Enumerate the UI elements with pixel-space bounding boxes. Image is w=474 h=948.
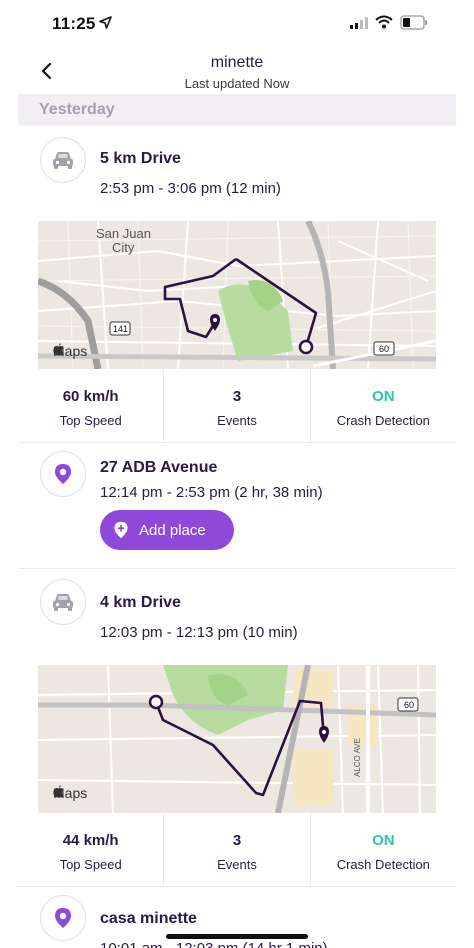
car-icon bbox=[53, 152, 73, 169]
map-route-label: 60 bbox=[404, 700, 415, 710]
place-title[interactable]: 27 ADB Avenue bbox=[100, 459, 217, 477]
back-chevron-icon[interactable] bbox=[40, 62, 54, 80]
trip-stats-row: 44 km/h Top Speed 3 Events ON Crash Detecti… bbox=[18, 813, 456, 887]
apple-icon bbox=[53, 343, 64, 356]
stat-label: Crash Detection bbox=[336, 413, 430, 428]
stat-events[interactable]: 3 Events bbox=[163, 813, 309, 886]
place-time-range: 12:14 pm - 2:53 pm (2 hr, 38 min) bbox=[100, 484, 323, 501]
location-arrow-icon bbox=[99, 16, 112, 29]
stat-top-speed: 60 km/h Top Speed bbox=[18, 369, 163, 442]
map-place-label: City bbox=[112, 240, 135, 255]
maps-attribution: Maps bbox=[53, 343, 87, 359]
stat-events[interactable]: 3 Events bbox=[163, 369, 309, 442]
car-icon bbox=[53, 594, 73, 611]
divider bbox=[18, 568, 456, 569]
stat-value: 3 bbox=[232, 388, 242, 405]
drive-icon-badge bbox=[40, 579, 86, 625]
stat-value: ON bbox=[372, 388, 395, 405]
add-place-button[interactable]: Add place bbox=[100, 510, 234, 550]
stat-value: 3 bbox=[232, 832, 242, 849]
stat-value: ON bbox=[372, 832, 395, 849]
last-updated-text: Last updated Now bbox=[184, 76, 290, 91]
trip-stats-row: 60 km/h Top Speed 3 Events ON Crash Detecti… bbox=[18, 369, 456, 443]
stat-label: Top Speed bbox=[59, 857, 122, 872]
home-indicator[interactable] bbox=[166, 934, 308, 939]
trip-route-map[interactable]: 60 ALCO AVE Maps bbox=[38, 665, 436, 813]
trip-time-range: 2:53 pm - 3:06 pm (12 min) bbox=[100, 180, 281, 197]
place-time-range: 10:01 am - 12:03 pm (14 hr 1 min) bbox=[100, 940, 328, 948]
map-route-label: 141 bbox=[113, 324, 129, 334]
wifi-icon bbox=[375, 15, 393, 29]
trip-time-range: 12:03 pm - 12:13 pm (10 min) bbox=[100, 624, 298, 641]
date-section-header: Yesterday bbox=[18, 94, 456, 126]
drive-icon-badge bbox=[40, 137, 86, 183]
app-header: minette Last updated Now bbox=[0, 48, 474, 94]
battery-icon bbox=[400, 15, 427, 30]
map-route-label: 60 bbox=[379, 344, 390, 354]
maps-attribution: Maps bbox=[53, 785, 87, 801]
pin-icon bbox=[55, 464, 71, 484]
map-graphic bbox=[38, 665, 436, 813]
place-title[interactable]: casa minette bbox=[100, 910, 197, 928]
map-street-label: ALCO AVE bbox=[353, 738, 362, 777]
stat-crash-detection[interactable]: ON Crash Detection bbox=[309, 369, 456, 442]
date-section-label: Yesterday bbox=[39, 101, 115, 118]
place-icon-badge bbox=[40, 451, 86, 497]
stat-crash-detection[interactable]: ON Crash Detection bbox=[309, 813, 456, 886]
map-place-label: San Juan bbox=[96, 226, 151, 241]
place-icon-badge bbox=[40, 895, 86, 941]
stat-label: Crash Detection bbox=[336, 857, 430, 872]
trip-title[interactable]: 4 km Drive bbox=[100, 594, 181, 612]
map-graphic bbox=[38, 221, 436, 369]
stat-value: 60 km/h bbox=[62, 388, 119, 405]
stat-top-speed: 44 km/h Top Speed bbox=[18, 813, 163, 886]
status-bar: 11:25 bbox=[0, 0, 474, 48]
add-place-label: Add place bbox=[139, 521, 206, 539]
pin-icon bbox=[55, 908, 71, 928]
stat-label: Events bbox=[217, 857, 257, 872]
signal-icon bbox=[350, 17, 368, 29]
apple-icon bbox=[53, 785, 64, 798]
trip-title[interactable]: 5 km Drive bbox=[100, 150, 181, 168]
stat-value: 44 km/h bbox=[62, 832, 119, 849]
stat-label: Top Speed bbox=[59, 413, 122, 428]
trip-route-map[interactable]: San Juan City 141 60 Maps bbox=[38, 221, 436, 369]
status-time: 11:25 bbox=[52, 14, 96, 33]
plus-icon bbox=[114, 521, 128, 539]
member-name: minette bbox=[210, 54, 264, 71]
stat-label: Events bbox=[217, 413, 257, 428]
